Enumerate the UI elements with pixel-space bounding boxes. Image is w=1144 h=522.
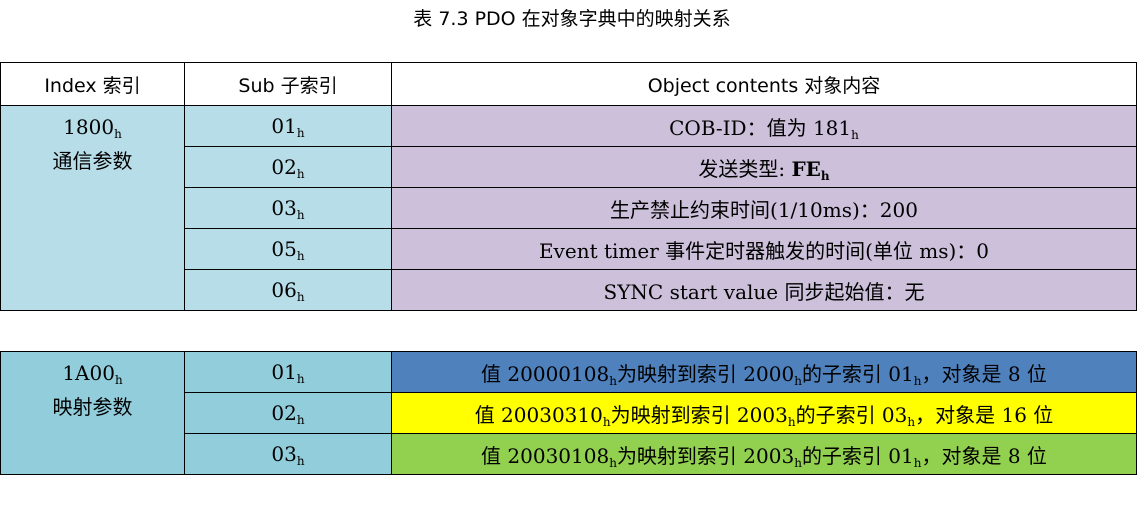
content-cell: 值 20000108h为映射到索引 2000h的子索引 01h，对象是 8 位 xyxy=(391,351,1137,393)
content-cell: SYNC start value 同步起始值：无 xyxy=(391,269,1137,311)
sub-cell: 03h xyxy=(184,187,392,229)
content-cell: 值 20030108h为映射到索引 2003h的子索引 01h，对象是 8 位 xyxy=(391,433,1137,475)
content-text: ，对象是 16 位 xyxy=(915,402,1054,427)
hex-suffix: h xyxy=(602,414,611,429)
content-cell: 发送类型: FEh xyxy=(391,146,1137,188)
content-text: SYNC start value 同步起始值：无 xyxy=(603,279,925,304)
content-text: 发送类型: xyxy=(698,156,792,181)
hex-suffix: h xyxy=(296,372,305,386)
spacer-cell xyxy=(0,310,1137,352)
sub-cell: 03h xyxy=(184,433,392,475)
index-value: 1800 xyxy=(63,115,115,139)
hex-suffix: h xyxy=(296,454,305,468)
content-text: 为映射到索引 2003 xyxy=(616,443,795,468)
content-bold: FE xyxy=(791,156,821,181)
content-text: COB-ID：值为 181 xyxy=(669,115,852,140)
index-value: 1A00 xyxy=(62,361,115,385)
content-text: ，对象是 8 位 xyxy=(921,443,1047,468)
content-text: 的子索引 01 xyxy=(801,361,914,386)
hex-suffix: h xyxy=(794,455,802,470)
content-cell: COB-ID：值为 181h xyxy=(391,105,1137,147)
hex-suffix: h xyxy=(794,373,802,388)
sub-cell: 02h xyxy=(184,392,392,434)
content-text: Event timer 事件定时器触发的时间(单位 ms)：0 xyxy=(538,238,990,263)
hex-suffix: h xyxy=(114,373,123,387)
hex-suffix: h xyxy=(609,373,617,388)
hex-suffix: h xyxy=(787,414,796,429)
hex-suffix: h xyxy=(296,208,305,222)
table-row: 1A00h 映射参数 01h 值 20000108h为映射到索引 2000h的子… xyxy=(0,351,1137,475)
sub-value: 05 xyxy=(271,237,297,261)
sub-value: 02 xyxy=(271,401,297,425)
content-text: 值 20000108 xyxy=(481,361,610,386)
sub-value: 03 xyxy=(271,442,297,466)
index-cell-1a00: 1A00h 映射参数 xyxy=(0,351,185,475)
sub-value: 06 xyxy=(271,278,297,302)
hex-suffix: h xyxy=(609,455,617,470)
content-text: 值 20030108 xyxy=(481,443,610,468)
table-caption: 表 7.3 PDO 在对象字典中的映射关系 xyxy=(413,8,731,30)
content-text: 为映射到索引 2003 xyxy=(610,402,788,427)
hex-suffix: h xyxy=(907,414,916,429)
hex-suffix: h xyxy=(851,127,859,142)
sub-cell: 02h xyxy=(184,146,392,188)
sub-value: 02 xyxy=(271,155,297,179)
content-text: 的子索引 01 xyxy=(801,443,914,468)
hex-suffix: h xyxy=(296,126,305,140)
sub-cell: 01h xyxy=(184,351,392,393)
table-spacer-row xyxy=(0,310,1137,352)
sub-value: 01 xyxy=(271,360,297,384)
hex-suffix: h xyxy=(114,127,122,141)
content-text: 生产禁止约束时间(1/10ms)：200 xyxy=(610,197,918,222)
content-cell: 生产禁止约束时间(1/10ms)：200 xyxy=(391,187,1137,229)
sub-value: 01 xyxy=(271,114,297,138)
content-text: 的子索引 03 xyxy=(795,402,908,427)
hex-suffix: h xyxy=(296,167,305,181)
header-sub: Sub 子索引 xyxy=(184,62,392,106)
sub-cell: 01h xyxy=(184,105,392,147)
sub-cell: 06h xyxy=(184,269,392,311)
hex-suffix: h xyxy=(296,249,305,263)
pdo-mapping-table: Index 索引 Sub 子索引 Object contents 对象内容 18… xyxy=(0,62,1137,475)
table-header-row: Index 索引 Sub 子索引 Object contents 对象内容 xyxy=(0,62,1137,106)
content-text: 值 20030310 xyxy=(474,402,603,427)
hex-suffix: h xyxy=(820,168,830,183)
header-index: Index 索引 xyxy=(0,62,185,106)
index-name: 通信参数 xyxy=(52,149,133,173)
content-cell: 值 20030310h为映射到索引 2003h的子索引 03h，对象是 16 位 xyxy=(391,392,1137,434)
sub-value: 03 xyxy=(271,196,297,220)
content-text: 为映射到索引 2000 xyxy=(616,361,795,386)
content-text: ，对象是 8 位 xyxy=(921,361,1047,386)
index-name: 映射参数 xyxy=(52,395,133,419)
sub-cell: 05h xyxy=(184,228,392,270)
index-cell-1800: 1800h 通信参数 xyxy=(0,105,185,311)
table-row: 1800h 通信参数 01h COB-ID：值为 181h xyxy=(0,105,1137,311)
hex-suffix: h xyxy=(296,290,305,304)
content-cell: Event timer 事件定时器触发的时间(单位 ms)：0 xyxy=(391,228,1137,270)
header-contents: Object contents 对象内容 xyxy=(391,62,1137,106)
hex-suffix: h xyxy=(296,413,305,427)
